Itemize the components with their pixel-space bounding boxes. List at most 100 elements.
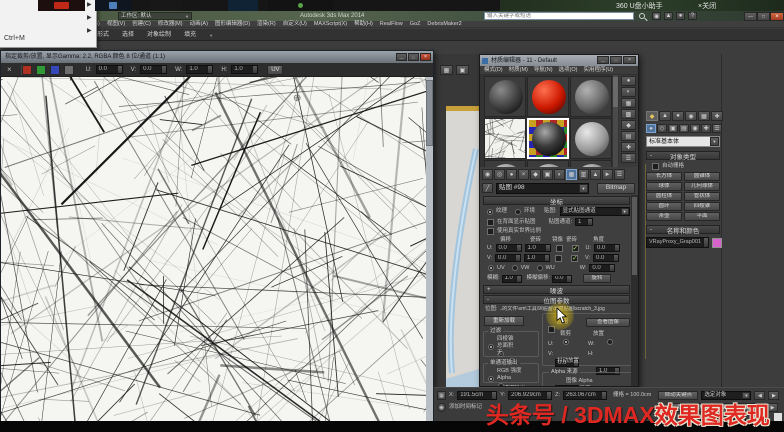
vw-radio[interactable] bbox=[511, 265, 518, 271]
sphere-button[interactable]: 球体 bbox=[646, 182, 682, 191]
pick-material-icon[interactable]: ╱ bbox=[482, 183, 493, 193]
scrollbar-thumb[interactable] bbox=[632, 197, 637, 275]
rotate-button[interactable]: 旋转 bbox=[583, 274, 612, 283]
show-map-in-viewport-icon[interactable]: ▦ bbox=[566, 169, 577, 180]
sample-scrollbar[interactable] bbox=[613, 75, 618, 167]
menu-animation[interactable]: 动画(A) bbox=[190, 21, 208, 28]
minimize-button[interactable]: — bbox=[744, 12, 757, 21]
show-on-back-checkbox[interactable] bbox=[487, 218, 494, 226]
view-image-button[interactable]: 查看图像 bbox=[586, 318, 630, 327]
sub-helpers[interactable]: ◉ bbox=[690, 124, 700, 133]
favorites-icon[interactable]: ▲ bbox=[664, 12, 673, 20]
material-slot[interactable] bbox=[484, 160, 526, 167]
maximize-button[interactable]: □ bbox=[408, 53, 419, 61]
chevron-down-icon[interactable]: ▼ bbox=[620, 208, 629, 215]
time-tag-icon[interactable]: ◉ bbox=[437, 403, 446, 412]
menu-create[interactable]: 创建(C) bbox=[132, 21, 151, 28]
mapping-dropdown[interactable]: 显式贴图通道 ▼ bbox=[559, 207, 630, 216]
cylinder-button[interactable]: 圆柱体 bbox=[646, 192, 682, 201]
chevron-down-icon[interactable]: ▼ bbox=[579, 183, 588, 193]
tab-display[interactable]: ▦ bbox=[698, 111, 710, 121]
reset-map-icon[interactable]: × bbox=[518, 169, 529, 180]
teapot-button[interactable]: 茶壶 bbox=[646, 212, 682, 221]
blur-field[interactable]: 1.0 bbox=[501, 274, 522, 283]
menu-realflow[interactable]: RealFlow bbox=[380, 21, 403, 28]
viewer-scrollbar[interactable] bbox=[426, 77, 433, 424]
communication-center-icon[interactable]: ◉ bbox=[652, 12, 661, 20]
play-forward-icon[interactable]: ▶ bbox=[768, 391, 780, 400]
show-end-result-icon[interactable]: ▥ bbox=[578, 169, 589, 180]
pyramid-button[interactable]: 四棱锥 bbox=[684, 202, 720, 211]
taskbar-thumbnail[interactable] bbox=[150, 0, 181, 11]
cone-button[interactable]: 圆锥体 bbox=[684, 172, 720, 181]
u-angle-field[interactable]: 0.0 bbox=[594, 244, 620, 252]
material-name-dropdown[interactable]: 贴图 #98 ▼ bbox=[496, 182, 589, 194]
category-dropdown[interactable]: 标准基本体 ▼ bbox=[646, 136, 720, 147]
material-slot[interactable] bbox=[484, 76, 526, 117]
pattern-background-icon[interactable]: ▩ bbox=[621, 109, 636, 119]
pyramidal-radio[interactable] bbox=[488, 344, 494, 350]
green-channel-button[interactable] bbox=[35, 64, 46, 75]
tube-button[interactable]: 管状体 bbox=[684, 192, 720, 201]
make-preview-icon[interactable]: ▤ bbox=[621, 131, 636, 141]
assign-material-icon[interactable]: ● bbox=[506, 169, 517, 180]
tab-modify[interactable]: ▲ bbox=[659, 111, 671, 121]
close-button[interactable]: × bbox=[420, 53, 431, 61]
me-menu-material[interactable]: 材质(M) bbox=[509, 67, 528, 74]
context-menu-shortcut[interactable]: Ctrl+M bbox=[4, 34, 25, 43]
torus-button[interactable]: 圆环 bbox=[646, 202, 682, 211]
sample-type-icon[interactable]: ● bbox=[621, 76, 636, 86]
material-slot-scratch-map[interactable] bbox=[484, 118, 526, 159]
viewport-tool-icon[interactable]: ▣ bbox=[456, 65, 469, 75]
v-offset-field[interactable]: 0.0 bbox=[495, 254, 521, 262]
viewer-uv-button[interactable]: UV bbox=[267, 64, 284, 75]
video-color-check-icon[interactable]: ◆ bbox=[621, 120, 636, 130]
rollout-name-color[interactable]: - 名称和颜色 bbox=[646, 225, 720, 235]
v-mirror-checkbox[interactable] bbox=[555, 254, 562, 262]
sub-shapes[interactable]: ◇ bbox=[657, 124, 667, 133]
me-menu-utilities[interactable]: 实用程序(U) bbox=[583, 67, 613, 74]
autogrid-checkbox[interactable] bbox=[652, 163, 659, 170]
ribbon-tab-selection[interactable]: 选择 bbox=[122, 31, 134, 39]
rollout-noise[interactable]: + 噪波 bbox=[483, 285, 630, 295]
sign-in-icon[interactable]: ● bbox=[676, 12, 685, 20]
crop-radio[interactable] bbox=[563, 339, 570, 345]
environ-radio[interactable] bbox=[515, 208, 522, 215]
w-angle-field[interactable]: 0.0 bbox=[589, 264, 616, 272]
tab-motion[interactable]: ◉ bbox=[685, 111, 697, 121]
search-input[interactable] bbox=[484, 12, 634, 20]
maximize-button[interactable]: □ bbox=[757, 12, 770, 21]
menu-debrismaker[interactable]: DebrisMaker2 bbox=[427, 21, 461, 28]
viewport-canvas[interactable] bbox=[446, 111, 479, 387]
u-mirror-checkbox[interactable] bbox=[555, 244, 563, 252]
me-menu-options[interactable]: 选项(O) bbox=[559, 67, 578, 74]
menu-help[interactable]: 帮助(H) bbox=[354, 21, 373, 28]
go-to-parent-icon[interactable]: ▲ bbox=[590, 169, 601, 180]
menu-graph-editors[interactable]: 图形编辑器(D) bbox=[215, 21, 250, 28]
place-radio[interactable] bbox=[606, 339, 613, 345]
material-slot[interactable] bbox=[570, 160, 612, 167]
viewer-v-field[interactable]: 0.0 bbox=[140, 65, 168, 74]
rollout-coordinates[interactable]: 坐标 bbox=[483, 196, 630, 206]
taskbar-thumbnail[interactable] bbox=[268, 0, 334, 11]
v-tile-checkbox[interactable]: ✓ bbox=[571, 254, 578, 262]
viewer-u-field[interactable]: 0.0 bbox=[95, 65, 123, 74]
rgb-intensity-radio[interactable] bbox=[488, 376, 494, 382]
minimize-button[interactable]: — bbox=[597, 56, 609, 64]
uv-radio[interactable] bbox=[488, 265, 494, 271]
material-navigator-icon[interactable]: ☰ bbox=[614, 169, 625, 180]
submenu-arrow-icon[interactable]: ▶ bbox=[87, 14, 92, 21]
viewer-w-field[interactable]: 1.0 bbox=[186, 65, 214, 74]
get-material-icon[interactable]: ◉ bbox=[482, 169, 493, 180]
real-world-checkbox[interactable] bbox=[487, 228, 494, 235]
scratch-image[interactable]: ⊕ bbox=[1, 77, 426, 424]
put-to-library-icon[interactable]: ▣ bbox=[542, 169, 553, 180]
submenu-arrow-icon[interactable]: ▶ bbox=[87, 27, 92, 34]
menu-views[interactable]: 视图(V) bbox=[107, 21, 125, 28]
map-channel-field[interactable]: 1 bbox=[575, 218, 594, 226]
search-icon[interactable] bbox=[639, 13, 648, 22]
rollout-object-type[interactable]: - 对象类型 bbox=[646, 151, 720, 161]
overlay-close-button[interactable]: ×关闭 bbox=[698, 2, 716, 11]
make-unique-icon[interactable]: ◆ bbox=[530, 169, 541, 180]
object-name-field[interactable]: VRayProxy_Grap001 bbox=[646, 237, 709, 248]
